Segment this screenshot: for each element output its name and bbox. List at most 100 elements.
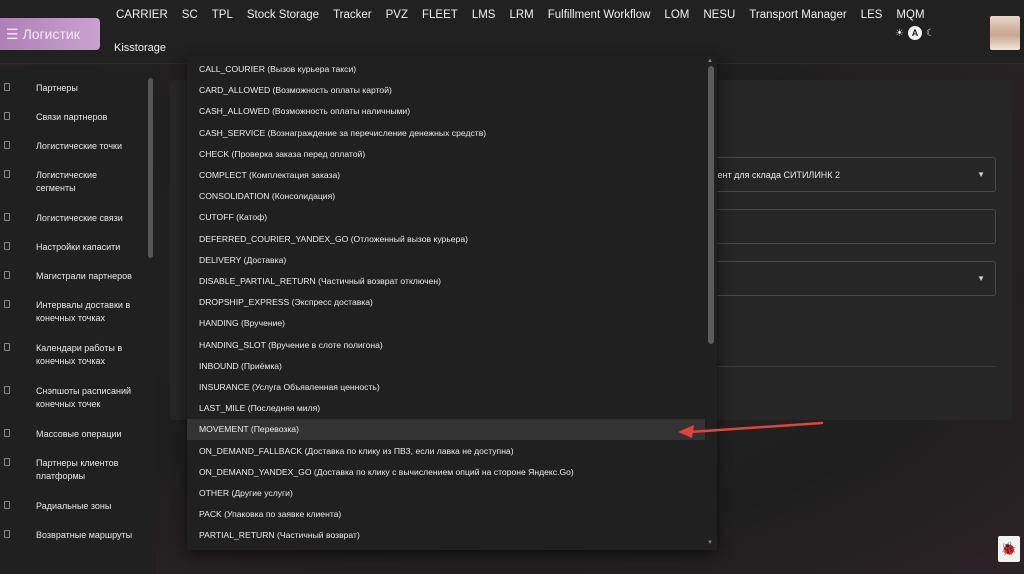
dropdown-option[interactable]: CARD_ALLOWED (Возможность оплаты картой) bbox=[187, 80, 705, 101]
divider bbox=[710, 366, 996, 367]
segment-select[interactable]: гмент для склада СИТИЛИНК 2 ▼ bbox=[700, 157, 996, 192]
nav-tab-lom[interactable]: LOM bbox=[660, 6, 699, 24]
sidebar-item-icon bbox=[4, 242, 10, 250]
dropdown-option[interactable]: INSURANCE (Услуга Объявленная ценность) bbox=[187, 377, 705, 398]
nav-tab-carrier[interactable]: CARRIER bbox=[112, 6, 178, 24]
dropdown-option[interactable]: HANDING (Вручение) bbox=[187, 313, 705, 334]
sidebar-item[interactable]: Логистические связи bbox=[0, 212, 146, 225]
nav-tab-fulfillment-workflow[interactable]: Fulfillment Workflow bbox=[544, 6, 661, 24]
sidebar-item-label: Партнеры клиентов платформы bbox=[36, 458, 119, 481]
services-dropdown-list[interactable]: CALL_COURIER (Вызов курьера такси) CARD_A… bbox=[187, 56, 717, 550]
nav-tab-nesu[interactable]: NESU bbox=[699, 6, 745, 24]
bug-report-icon[interactable]: 🐞 bbox=[998, 536, 1020, 562]
dropdown-option[interactable]: DROPSHIP_EXPRESS (Экспресс доставка) bbox=[187, 292, 705, 313]
sidebar-item-icon bbox=[4, 300, 10, 308]
nav-tabs: CARRIER SC TPL Stock Storage Tracker PVZ FLEET… bbox=[112, 6, 935, 24]
dropdown-option[interactable]: PARTIAL_RETURN (Частичный возврат) bbox=[187, 525, 705, 546]
menu-icon: ☰ bbox=[6, 25, 19, 42]
dropdown-scrollbar[interactable] bbox=[708, 66, 714, 344]
sun-icon[interactable]: ☀ bbox=[895, 28, 904, 39]
dropdown-option[interactable]: CHECK (Проверка заказа перед оплатой) bbox=[187, 144, 705, 165]
dropdown-option[interactable]: CUTOFF (Катоф) bbox=[187, 207, 705, 228]
sidebar-item[interactable]: Партнеры bbox=[0, 82, 146, 95]
dropdown-option[interactable]: HANDING_SLOT (Вручение в слоте полигона) bbox=[187, 335, 705, 356]
sidebar-item-icon bbox=[4, 170, 10, 178]
dropdown-option[interactable]: CALL_COURIER (Вызов курьера такси) bbox=[187, 59, 705, 80]
sidebar-item[interactable]: Массовые операции bbox=[0, 428, 146, 441]
moon-icon[interactable]: ☾ bbox=[926, 28, 935, 39]
dropdown-option[interactable]: COMPLECT (Комплектация заказа) bbox=[187, 165, 705, 186]
sidebar-item-icon bbox=[4, 386, 10, 394]
nav-tab-transport-manager[interactable]: Transport Manager bbox=[745, 6, 856, 24]
text-field[interactable] bbox=[700, 209, 996, 244]
top-navbar: ☰ Логистик CARRIER SC TPL Stock Storage Trac… bbox=[0, 0, 1024, 64]
chevron-down-icon: ▼ bbox=[977, 274, 985, 283]
nav-tab-lms[interactable]: LMS bbox=[468, 6, 506, 24]
dropdown-option[interactable]: DELIVERY (Доставка) bbox=[187, 250, 705, 271]
dropdown-option[interactable]: INBOUND (Приёмка) bbox=[187, 356, 705, 377]
sidebar-item-label: Календари работы в конечных точках bbox=[36, 343, 123, 366]
sidebar-item-label: Настройки капасити bbox=[36, 242, 121, 252]
sidebar-item-label: Магистрали партнеров bbox=[36, 271, 132, 281]
nav-tab-lrm[interactable]: LRM bbox=[505, 6, 543, 24]
sidebar-item[interactable]: Магистрали партнеров bbox=[0, 270, 146, 283]
sidebar-item[interactable]: Партнеры клиентов платформы bbox=[0, 457, 146, 483]
sidebar-item-label: Интервалы доставки в конечных точках bbox=[36, 300, 131, 323]
sidebar-item[interactable]: Связи партнеров bbox=[0, 111, 146, 124]
scroll-down-icon[interactable]: ▼ bbox=[707, 540, 713, 546]
sidebar-item-icon bbox=[4, 112, 10, 120]
dropdown-option[interactable]: CASH_ALLOWED (Возможность оплаты наличны… bbox=[187, 101, 705, 122]
dropdown-option[interactable]: DEFERRED_COURIER_YANDEX_GO (Отложенный в… bbox=[187, 229, 705, 250]
sidebar-item-label: Логистические точки bbox=[36, 141, 123, 151]
sidebar-item-label: Логистические связи bbox=[36, 213, 123, 223]
sidebar-item-label: Возвратные маршруты bbox=[36, 530, 133, 540]
brand-button[interactable]: ☰ Логистик bbox=[0, 18, 100, 50]
sidebar-item-icon bbox=[4, 343, 10, 351]
second-select[interactable]: ▼ bbox=[700, 261, 996, 296]
sidebar-item[interactable]: Логистические сегменты bbox=[0, 169, 146, 195]
sidebar-item[interactable]: Радиальные зоны bbox=[0, 500, 146, 513]
scroll-up-icon[interactable]: ▲ bbox=[707, 58, 713, 64]
dropdown-option[interactable]: ON_DEMAND_FALLBACK (Доставка по клику из… bbox=[187, 441, 705, 462]
dropdown-option[interactable]: DISABLE_PARTIAL_RETURN (Частичный возвра… bbox=[187, 271, 705, 292]
auto-theme-icon[interactable]: A bbox=[907, 26, 922, 40]
sidebar-item-icon bbox=[4, 501, 10, 509]
sidebar-item[interactable]: Возвратные маршруты bbox=[0, 529, 146, 542]
sidebar-item-icon bbox=[4, 429, 10, 437]
avatar[interactable] bbox=[990, 16, 1020, 50]
nav-tab-kisstorage[interactable]: Kisstorage bbox=[114, 42, 166, 54]
nav-tab-pvz[interactable]: PVZ bbox=[382, 6, 418, 24]
sidebar-item[interactable]: Настройки капасити bbox=[0, 241, 146, 254]
nav-tab-stock-storage[interactable]: Stock Storage bbox=[243, 6, 329, 24]
dropdown-option[interactable]: LAST_MILE (Последняя миля) bbox=[187, 398, 705, 419]
dropdown-option[interactable]: OTHER (Другие услуги) bbox=[187, 483, 705, 504]
nav-tab-tracker[interactable]: Tracker bbox=[329, 6, 382, 24]
sidebar-scrollbar[interactable] bbox=[148, 78, 153, 258]
sidebar-item-label: Логистические сегменты bbox=[36, 170, 98, 193]
sidebar-item-label: Снэпшоты расписаний конечных точек bbox=[36, 386, 131, 409]
nav-tab-sc[interactable]: SC bbox=[178, 6, 208, 24]
sidebar-item-icon bbox=[4, 271, 10, 279]
nav-tab-tpl[interactable]: TPL bbox=[208, 6, 243, 24]
nav-tab-les[interactable]: LES bbox=[857, 6, 893, 24]
nav-tab-mqm[interactable]: MQM bbox=[892, 6, 934, 24]
dropdown-option[interactable]: CONSOLIDATION (Консолидация) bbox=[187, 186, 705, 207]
sidebar-item[interactable]: Календари работы в конечных точках bbox=[0, 342, 146, 368]
dropdown-option[interactable]: ON_DEMAND_YANDEX_GO (Доставка по клику с… bbox=[187, 462, 705, 483]
sidebar-item-label: Массовые операции bbox=[36, 429, 122, 439]
nav-tab-fleet[interactable]: FLEET bbox=[418, 6, 468, 24]
sidebar-item-label: Радиальные зоны bbox=[36, 501, 112, 511]
dropdown-option[interactable]: CASH_SERVICE (Вознаграждение за перечисл… bbox=[187, 123, 705, 144]
sidebar-item[interactable]: Снэпшоты расписаний конечных точек bbox=[0, 385, 146, 411]
dropdown-option[interactable]: PACK (Упаковка по заявке клиента) bbox=[187, 504, 705, 525]
sidebar-item-icon bbox=[4, 458, 10, 466]
sidebar-item[interactable]: Интервалы доставки в конечных точках bbox=[0, 299, 146, 325]
sidebar-item-label: Партнеры bbox=[36, 83, 78, 93]
dropdown-option[interactable]: MOVEMENT (Перевозка) bbox=[187, 419, 705, 441]
sidebar-item-icon bbox=[4, 530, 10, 538]
sidebar-item-icon bbox=[4, 83, 10, 91]
sidebar: Партнеры Связи партнеров Логистические точ… bbox=[0, 66, 156, 574]
sidebar-item-label: Связи партнеров bbox=[36, 112, 108, 122]
sidebar-item[interactable]: Логистические точки bbox=[0, 140, 146, 153]
theme-switch[interactable]: ☀ A ☾ bbox=[895, 25, 945, 41]
